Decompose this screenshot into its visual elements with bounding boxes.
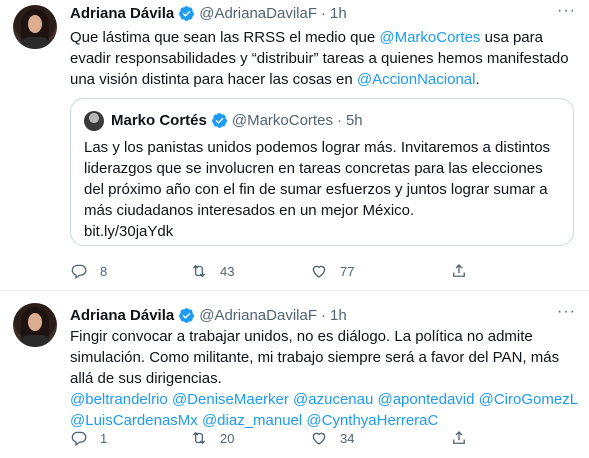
author-name[interactable]: Adriana Dávila xyxy=(70,307,174,324)
author-handle[interactable]: @AdrianaDavilaF xyxy=(199,307,317,324)
timestamp: 5h xyxy=(345,111,363,129)
action-bar: 8 43 77 xyxy=(70,262,480,280)
retweet-count: 43 xyxy=(220,263,235,279)
reply-count: 1 xyxy=(100,430,108,446)
tweet[interactable]: Adriana Dávila @AdrianaDavilaF · 1h ··· … xyxy=(0,0,589,290)
quoted-tweet[interactable]: Marko Cortés @MarkoCortes · 5h Las y los… xyxy=(70,98,574,246)
share-button[interactable] xyxy=(450,429,480,447)
tweet[interactable]: Adriana Dávila @AdrianaDavilaF · 1h ··· … xyxy=(0,290,589,458)
retweet-button[interactable]: 43 xyxy=(190,262,310,280)
more-dots-icon[interactable]: ··· xyxy=(557,304,575,325)
mention-links[interactable]: @beltrandelrio @DeniseMaerker @azucenau … xyxy=(70,389,578,410)
retweet-icon xyxy=(192,264,206,278)
mention-link[interactable]: @AccionNacional xyxy=(357,71,476,88)
mention-link[interactable]: @MarkoCortes xyxy=(379,29,480,46)
share-button[interactable] xyxy=(450,262,480,280)
author-name: Marko Cortés xyxy=(111,111,207,129)
retweet-count: 20 xyxy=(220,430,235,446)
reply-button[interactable]: 1 xyxy=(70,429,190,447)
quote-text: Las y los panistas unidos podemos lograr… xyxy=(84,137,564,242)
timestamp[interactable]: 1h xyxy=(330,5,347,22)
timestamp[interactable]: 1h xyxy=(330,307,347,324)
separator-dot: · xyxy=(336,111,342,129)
separator-dot: · xyxy=(321,306,326,324)
verified-badge-icon xyxy=(211,112,227,128)
like-count: 34 xyxy=(340,430,355,446)
retweet-button[interactable]: 20 xyxy=(190,429,310,447)
action-bar: 1 20 34 xyxy=(70,429,480,447)
reply-count: 8 xyxy=(100,263,108,279)
tweet-body: Fingir convocar a trabajar unidos, no es… xyxy=(70,328,560,387)
more-dots-icon[interactable]: ··· xyxy=(557,3,575,24)
reply-icon xyxy=(71,431,87,447)
share-icon xyxy=(453,264,465,277)
quote-body: Las y los panistas unidos podemos lograr… xyxy=(84,139,551,219)
tweet-text: Que lástima que sean las RRSS el medio q… xyxy=(70,27,575,90)
author-name[interactable]: Adriana Dávila xyxy=(70,5,174,22)
author-handle: @MarkoCortes xyxy=(231,111,333,129)
tweet-header: Adriana Dávila @AdrianaDavilaF · 1h xyxy=(70,305,347,325)
tweet-text-part: Que lástima que sean las RRSS el medio q… xyxy=(70,29,380,46)
avatar[interactable] xyxy=(13,5,57,49)
avatar[interactable] xyxy=(13,303,57,347)
like-count: 77 xyxy=(340,263,355,279)
author-handle[interactable]: @AdrianaDavilaF xyxy=(199,5,317,22)
tweet-text-part: . xyxy=(475,71,480,88)
tweet-text: Fingir convocar a trabajar unidos, no es… xyxy=(70,326,578,431)
reply-button[interactable]: 8 xyxy=(70,262,190,280)
reply-icon xyxy=(71,264,87,280)
quote-header: Marko Cortés @MarkoCortes · 5h xyxy=(111,110,363,130)
quote-link[interactable]: bit.ly/30jaYdk xyxy=(84,221,564,242)
like-button[interactable]: 34 xyxy=(310,429,450,447)
avatar[interactable] xyxy=(84,111,104,131)
tweet-header: Adriana Dávila @AdrianaDavilaF · 1h xyxy=(70,3,347,23)
separator-dot: · xyxy=(321,4,326,22)
heart-icon xyxy=(312,432,326,445)
heart-icon xyxy=(312,265,326,278)
like-button[interactable]: 77 xyxy=(310,262,450,280)
verified-badge-icon xyxy=(179,307,195,323)
verified-badge-icon xyxy=(179,5,195,21)
mention-links[interactable]: @LuisCardenasMx @diaz_manuel @CynthyaHer… xyxy=(70,410,575,431)
retweet-icon xyxy=(192,431,206,445)
share-icon xyxy=(453,431,465,444)
